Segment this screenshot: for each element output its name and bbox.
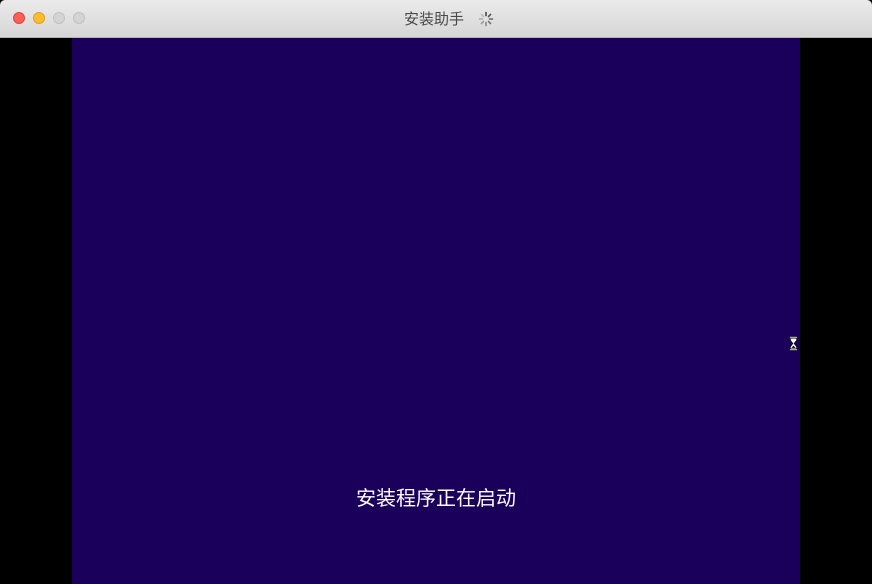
installer-window: 安装助手 安装程序正在启动	[0, 0, 872, 584]
spinner-icon	[478, 11, 494, 27]
close-button[interactable]	[13, 12, 25, 24]
installer-screen: 安装程序正在启动	[72, 38, 800, 584]
zoom-button[interactable]	[53, 12, 65, 24]
title-bar[interactable]: 安装助手	[0, 0, 872, 38]
window-title: 安装助手	[404, 10, 465, 28]
minimize-button[interactable]	[33, 12, 45, 24]
fullscreen-button[interactable]	[73, 12, 85, 24]
status-text: 安装程序正在启动	[356, 486, 516, 510]
hourglass-icon	[789, 336, 798, 351]
